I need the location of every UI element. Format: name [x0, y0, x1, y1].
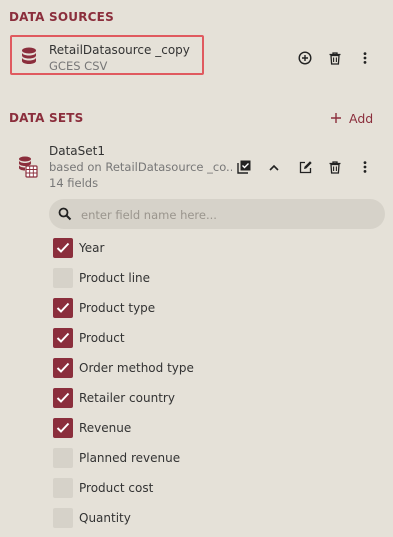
check-icon — [56, 242, 70, 253]
field-checkbox[interactable] — [53, 478, 73, 498]
field-item[interactable]: Product type — [53, 297, 383, 327]
trash-icon — [329, 160, 341, 174]
data-sets-title: DATA SETS — [9, 111, 84, 125]
plus-circle-icon — [298, 51, 312, 65]
delete-dataset-button[interactable] — [325, 157, 345, 177]
field-item[interactable]: Revenue — [53, 417, 383, 447]
field-checkbox[interactable] — [53, 298, 73, 318]
field-item[interactable]: Order method type — [53, 357, 383, 387]
select-all-fields-button[interactable] — [234, 157, 254, 177]
field-search — [49, 199, 385, 229]
search-icon — [58, 207, 72, 221]
source-more-button[interactable] — [355, 48, 375, 68]
trash-icon — [329, 51, 341, 65]
field-label: Year — [79, 241, 105, 255]
dataset-more-button[interactable] — [355, 157, 375, 177]
field-checkbox[interactable] — [53, 418, 73, 438]
field-checkbox[interactable] — [53, 328, 73, 348]
dataset-icon — [18, 156, 38, 178]
data-source-name: RetailDatasource _copy — [49, 43, 190, 57]
check-icon — [56, 362, 70, 373]
field-list: Year Product line Product type Product O… — [53, 237, 383, 537]
dataset-name: DataSet1 — [49, 144, 105, 158]
plus-icon — [331, 113, 341, 123]
field-label: Order method type — [79, 361, 194, 375]
field-item[interactable]: Planned revenue — [53, 447, 383, 477]
field-label: Revenue — [79, 421, 132, 435]
add-dataset-label: Add — [349, 110, 374, 126]
field-label: Product type — [79, 301, 156, 315]
field-checkbox[interactable] — [53, 238, 73, 258]
field-search-input[interactable] — [79, 203, 373, 227]
field-item[interactable]: Quantity — [53, 507, 383, 537]
data-source-item[interactable]: RetailDatasource _copy GCES CSV — [10, 35, 204, 75]
field-item[interactable]: Product — [53, 327, 383, 357]
field-checkbox[interactable] — [53, 388, 73, 408]
data-source-type: GCES CSV — [49, 59, 108, 73]
collapse-dataset-button[interactable] — [264, 157, 284, 177]
check-icon — [56, 302, 70, 313]
field-item[interactable]: Year — [53, 237, 383, 267]
database-icon — [21, 47, 37, 65]
field-label: Product — [79, 331, 125, 345]
field-label: Product line — [79, 271, 151, 285]
field-checkbox[interactable] — [53, 508, 73, 528]
field-checkbox[interactable] — [53, 448, 73, 468]
field-label: Product cost — [79, 481, 154, 495]
field-label: Retailer country — [79, 391, 175, 405]
field-item[interactable]: Retailer country — [53, 387, 383, 417]
check-icon — [56, 332, 70, 343]
more-vertical-icon — [363, 161, 367, 173]
field-checkbox[interactable] — [53, 268, 73, 288]
chevron-up-icon — [269, 164, 279, 171]
more-vertical-icon — [363, 52, 367, 64]
check-icon — [56, 422, 70, 433]
dataset-field-count: 14 fields — [49, 176, 99, 190]
field-checkbox[interactable] — [53, 358, 73, 378]
field-item[interactable]: Product line — [53, 267, 383, 297]
dataset-source: based on RetailDatasource _co... — [49, 160, 232, 174]
field-label: Planned revenue — [79, 451, 181, 465]
data-sources-title: DATA SOURCES — [9, 10, 114, 24]
field-item[interactable]: Product cost — [53, 477, 383, 507]
edit-dataset-button[interactable] — [295, 157, 315, 177]
add-dataset-button[interactable]: Add — [331, 108, 373, 128]
edit-icon — [299, 160, 312, 173]
select-all-icon — [237, 160, 251, 174]
delete-source-button[interactable] — [325, 48, 345, 68]
add-dataset-from-source-button[interactable] — [295, 48, 315, 68]
field-label: Quantity — [79, 511, 131, 525]
check-icon — [56, 392, 70, 403]
